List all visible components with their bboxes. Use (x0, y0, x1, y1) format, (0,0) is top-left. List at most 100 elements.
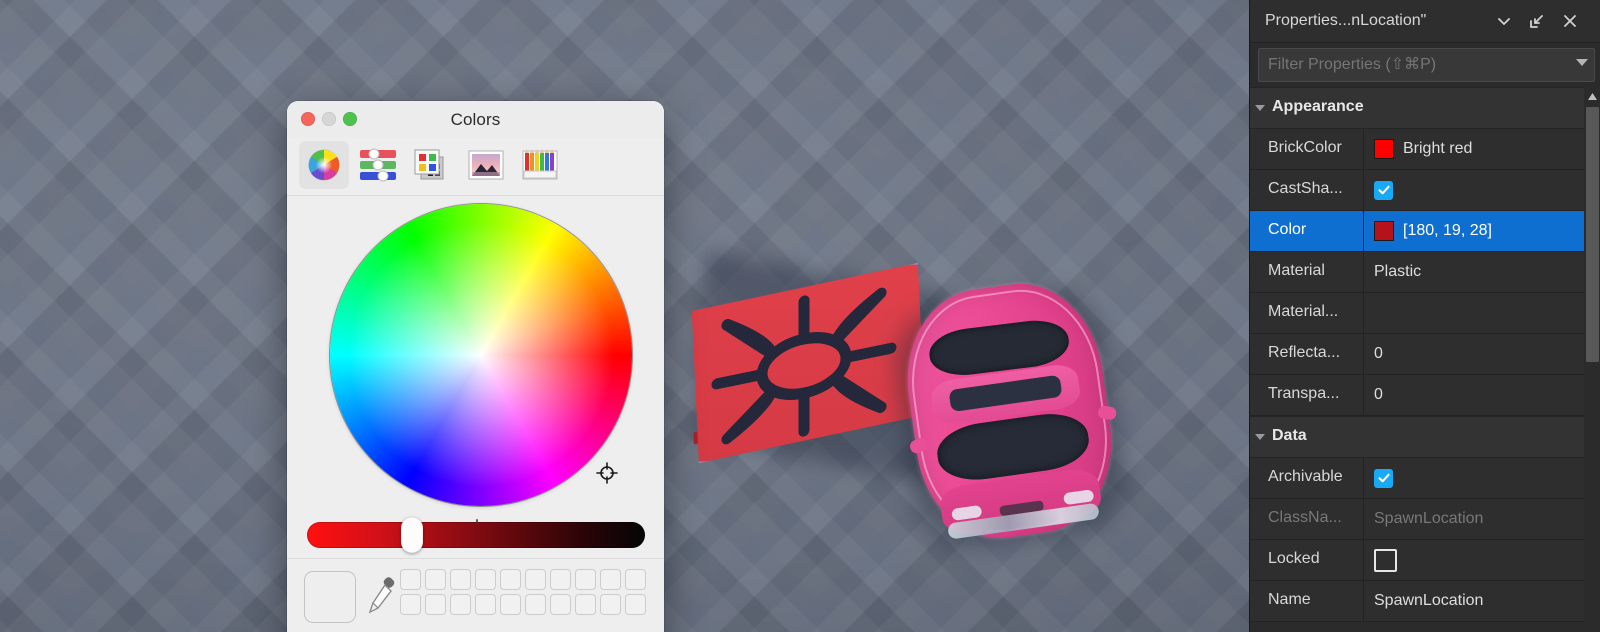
color-wheel-crosshair[interactable] (595, 461, 619, 485)
locked-checkbox[interactable] (1374, 548, 1397, 572)
property-name: Reflecta... (1268, 344, 1341, 361)
swatch-slot[interactable] (525, 594, 546, 615)
swatch-slot[interactable] (400, 569, 421, 590)
scroll-up-arrow[interactable] (1586, 90, 1599, 103)
property-row-classname[interactable]: ClassNa... SpawnLocation (1250, 499, 1600, 540)
property-value: [180, 19, 28] (1403, 222, 1492, 239)
property-name: Color (1268, 221, 1307, 238)
property-row-color[interactable]: Color [180, 19, 28] (1250, 211, 1600, 252)
dock-arrow-icon[interactable] (1523, 8, 1549, 34)
swatch-slot[interactable] (550, 569, 571, 590)
properties-scrollbar[interactable] (1584, 87, 1600, 625)
filter-properties-input[interactable] (1266, 49, 1550, 81)
property-row-brickcolor[interactable]: BrickColor Bright red (1250, 129, 1600, 170)
properties-panel-titlebar[interactable]: Properties...nLocation" (1250, 0, 1600, 43)
collapse-arrow-icon[interactable] (1255, 105, 1265, 111)
property-value: 0 (1374, 386, 1383, 403)
property-row-reflectance[interactable]: Reflecta... 0 (1250, 334, 1600, 375)
swatch-slot[interactable] (500, 569, 521, 590)
swatch-slot[interactable] (625, 594, 646, 615)
castshadow-checkbox[interactable] (1374, 180, 1393, 200)
tab-color-sliders[interactable] (353, 141, 403, 189)
swatch-row (400, 594, 650, 615)
column-divider (1363, 540, 1364, 580)
property-value: SpawnLocation (1374, 510, 1484, 527)
property-row-name[interactable]: Name SpawnLocation (1250, 581, 1600, 622)
property-name: CastSha... (1268, 180, 1343, 197)
pink-car-model[interactable] (895, 273, 1124, 549)
property-value: 0 (1374, 345, 1383, 362)
eyedropper-icon[interactable] (367, 575, 397, 619)
archivable-checkbox[interactable] (1374, 468, 1393, 488)
section-label: Appearance (1272, 98, 1364, 115)
section-header-data[interactable]: Data (1250, 416, 1600, 458)
column-divider (1363, 252, 1364, 292)
swatch-slot[interactable] (525, 569, 546, 590)
property-name: Archivable (1268, 468, 1343, 485)
column-divider (1363, 581, 1364, 621)
color-swatch[interactable] (1374, 221, 1394, 241)
property-name: Material (1268, 262, 1325, 279)
property-row-materialvariant[interactable]: Material... (1250, 293, 1600, 334)
swatch-slot[interactable] (450, 569, 471, 590)
brightness-slider-knob[interactable] (401, 517, 423, 553)
filter-properties-field[interactable] (1258, 48, 1595, 82)
column-divider (1363, 499, 1364, 539)
swatch-slot[interactable] (600, 569, 621, 590)
tab-color-wheel[interactable] (299, 141, 349, 189)
saved-swatch-grid[interactable] (400, 569, 650, 619)
tab-pencils[interactable] (515, 141, 565, 189)
swatch-slot[interactable] (575, 569, 596, 590)
colors-dialog-title: Colors (450, 110, 501, 129)
swatch-slot[interactable] (575, 594, 596, 615)
brickcolor-swatch[interactable] (1374, 139, 1394, 159)
swatch-row (400, 569, 650, 590)
property-name: BrickColor (1268, 139, 1342, 156)
spawn-location-pad[interactable] (687, 263, 925, 463)
column-divider (1363, 293, 1364, 333)
properties-list[interactable]: Appearance BrickColor Bright red CastSha… (1250, 87, 1600, 625)
swatch-slot[interactable] (475, 594, 496, 615)
property-name: Locked (1268, 550, 1320, 567)
colors-dialog[interactable]: Colors (287, 101, 664, 632)
scrollbar-thumb[interactable] (1586, 107, 1599, 362)
property-row-transparency[interactable]: Transpa... 0 (1250, 375, 1600, 416)
property-row-material[interactable]: Material Plastic (1250, 252, 1600, 293)
property-row-castshadow[interactable]: CastSha... (1250, 170, 1600, 211)
current-color-swatch[interactable] (304, 571, 356, 623)
brightness-slider-track[interactable] (307, 522, 645, 548)
close-x-icon[interactable] (1557, 8, 1583, 34)
swatch-slot[interactable] (400, 594, 421, 615)
swatch-slot[interactable] (600, 594, 621, 615)
section-header-appearance[interactable]: Appearance (1250, 87, 1600, 129)
property-name: Name (1268, 591, 1311, 608)
property-row-locked[interactable]: Locked (1250, 540, 1600, 581)
tab-color-palettes[interactable] (407, 141, 457, 189)
property-row-archivable[interactable]: Archivable (1250, 458, 1600, 499)
property-value: Plastic (1374, 263, 1422, 280)
color-wheel-area[interactable] (287, 196, 664, 512)
column-divider (1363, 129, 1364, 169)
tab-image-palettes[interactable] (461, 141, 511, 189)
property-name: Material... (1268, 303, 1339, 320)
swatch-slot[interactable] (475, 569, 496, 590)
column-divider (1363, 458, 1364, 498)
column-divider (1363, 211, 1364, 251)
colors-dialog-titlebar[interactable]: Colors (287, 101, 664, 137)
property-name: ClassNa... (1268, 509, 1342, 526)
swatch-slot[interactable] (425, 569, 446, 590)
properties-panel-title: Properties...nLocation" (1265, 12, 1427, 29)
swatch-slot[interactable] (425, 594, 446, 615)
column-divider (1363, 375, 1364, 415)
swatch-slot[interactable] (550, 594, 571, 615)
column-divider (1363, 170, 1364, 210)
swatch-slot[interactable] (625, 569, 646, 590)
swatch-slot[interactable] (500, 594, 521, 615)
swatch-slot[interactable] (450, 594, 471, 615)
collapse-arrow-icon[interactable] (1255, 434, 1265, 440)
filter-dropdown-arrow[interactable] (1576, 59, 1588, 66)
chevron-down-icon[interactable] (1491, 8, 1517, 34)
color-wheel[interactable] (330, 204, 632, 506)
swatch-area (287, 559, 664, 615)
brightness-slider[interactable] (287, 512, 664, 559)
